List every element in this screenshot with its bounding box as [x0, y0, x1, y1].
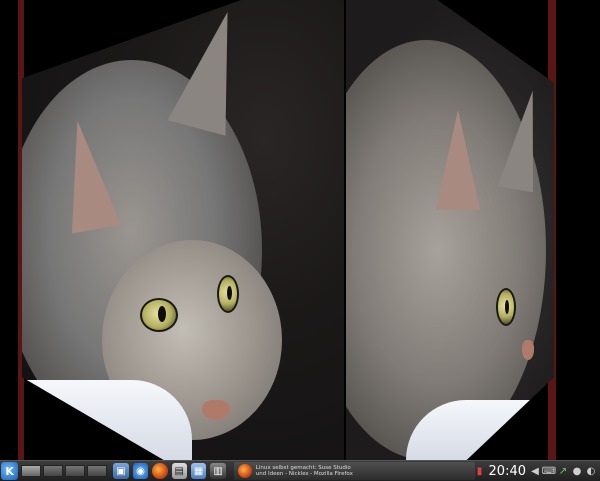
- pager-desktop-4[interactable]: [87, 465, 108, 477]
- battery-icon[interactable]: ▮: [475, 465, 485, 477]
- kde-logo-icon: K: [5, 464, 14, 478]
- firefox-icon[interactable]: [152, 463, 168, 479]
- pager-desktop-2[interactable]: [43, 465, 64, 477]
- system-tray: ▮ 20:40 ◀ ⌨ ↗ ● ◐: [475, 464, 600, 479]
- files-icon[interactable]: ▦: [190, 463, 207, 479]
- clock[interactable]: 20:40: [489, 464, 526, 479]
- desktop-pager[interactable]: [21, 465, 108, 477]
- firefox-task-icon: [237, 464, 252, 478]
- system-icon[interactable]: ▣: [113, 463, 129, 479]
- cube-face-right: [346, 0, 554, 460]
- keyboard-icon[interactable]: ⌨: [542, 465, 556, 477]
- network-manager-icon[interactable]: ↗: [558, 465, 568, 477]
- info-icon[interactable]: ●: [572, 465, 582, 477]
- cat-eye-left: [140, 298, 178, 332]
- pager-desktop-3[interactable]: [65, 465, 86, 477]
- cube-face-left: [22, 0, 344, 460]
- kde-menu-button[interactable]: K: [1, 462, 19, 480]
- blanket: [22, 380, 192, 460]
- kde-panel: K ▣ ◉ ▤ ▦ ▥ Linux selbst gemacht: Suse S…: [0, 460, 600, 481]
- taskbar-item-firefox[interactable]: Linux selbst gemacht: Suse Studio und Id…: [233, 462, 475, 480]
- terminal-icon[interactable]: ▤: [171, 463, 187, 479]
- taskbar-item-label: Linux selbst gemacht: Suse Studio und Id…: [255, 465, 353, 477]
- pager-desktop-1[interactable]: [21, 465, 42, 477]
- film-icon[interactable]: ▥: [210, 463, 226, 479]
- desktop-cube: [0, 0, 600, 460]
- volume-icon[interactable]: ◀: [530, 465, 540, 477]
- cat-eye-right-face: [496, 288, 516, 326]
- cat-nose: [202, 400, 230, 420]
- network-icon[interactable]: ◉: [132, 463, 149, 479]
- cat-ear-right: [167, 4, 257, 136]
- cat-ear-left-right: [436, 110, 480, 210]
- cat-nose-right: [522, 340, 534, 360]
- cat-eye-right: [217, 275, 239, 313]
- power-icon[interactable]: ◐: [586, 465, 596, 477]
